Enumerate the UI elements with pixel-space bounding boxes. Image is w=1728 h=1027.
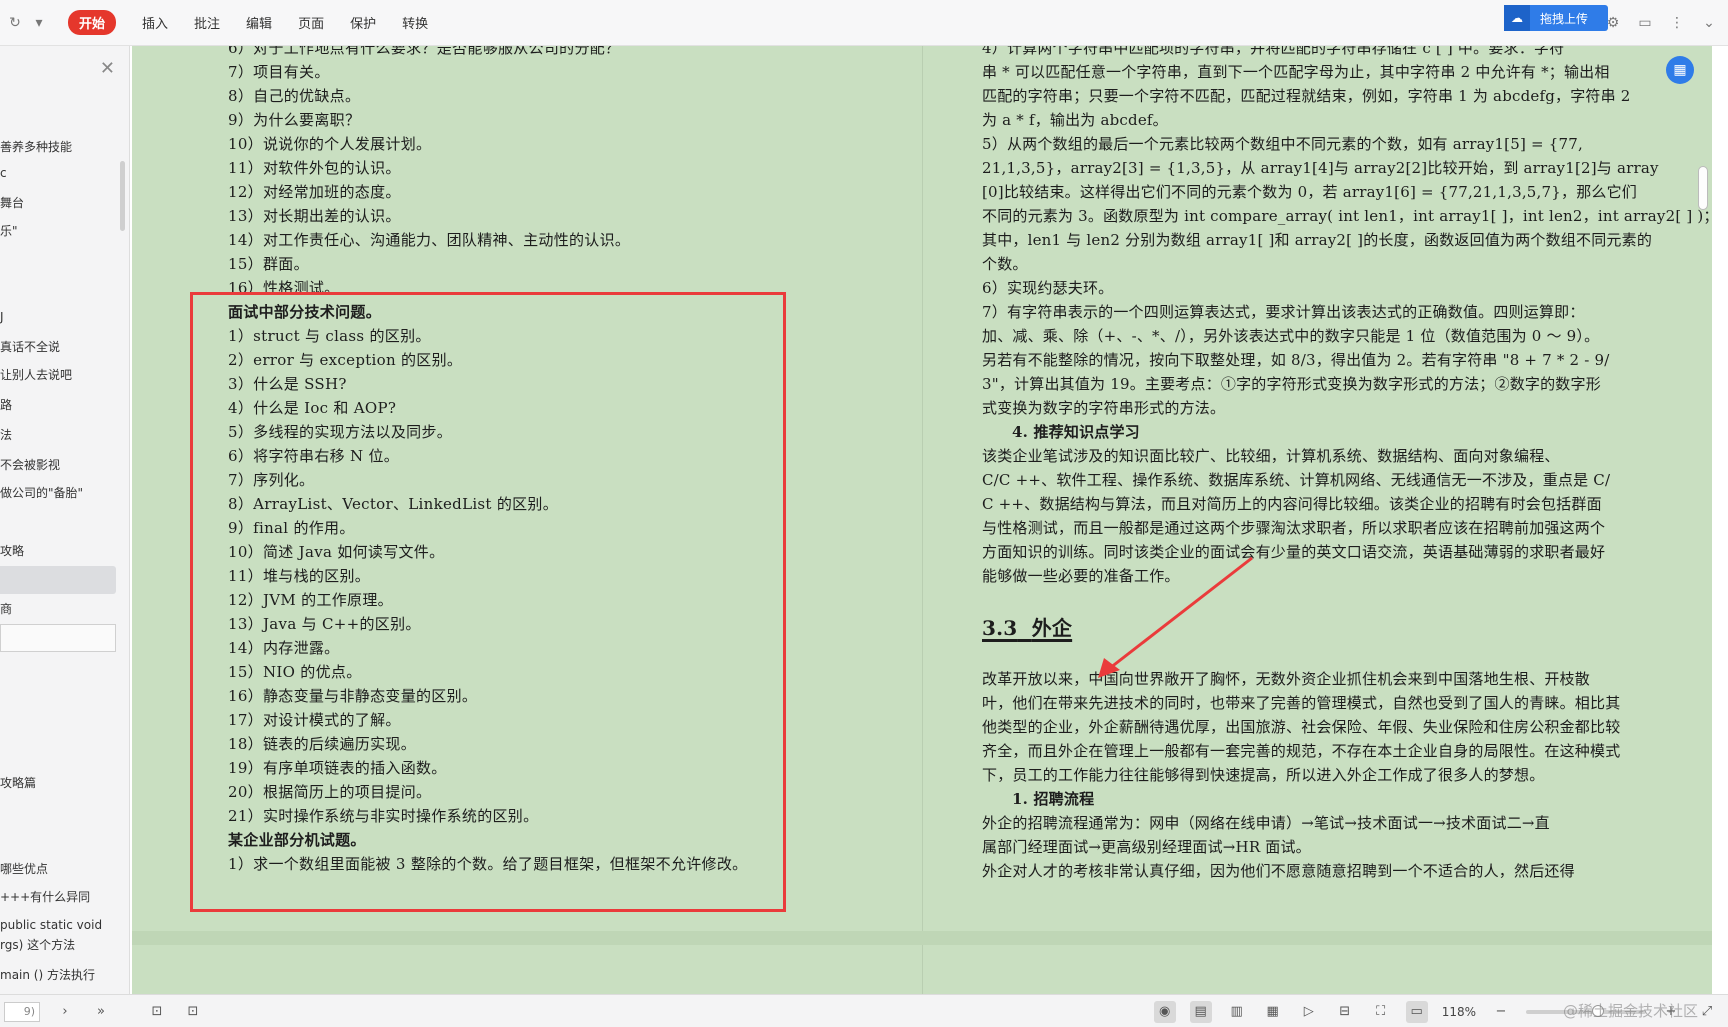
tab-protect[interactable]: 保护 (350, 13, 376, 32)
sidebar-item[interactable]: 乐" (0, 222, 18, 239)
page-number-input[interactable]: 9) (4, 1001, 40, 1022)
ribbon-tabs: 开始 插入 批注 编辑 页面 保护 转换 (68, 10, 428, 35)
tab-edit[interactable]: 编辑 (246, 13, 272, 32)
sidebar-item[interactable]: 法 (0, 426, 12, 443)
outline-sidebar: ✕ 善养多种技能 c 舞台 乐" J 真话不全说 让别人去说吧 路 法 不会被影… (0, 46, 130, 994)
watermark: @稀土掘金技术社区 (1562, 1002, 1698, 1020)
last-page-icon[interactable]: » (90, 1001, 112, 1023)
fit-width-icon[interactable]: ⊟ (1334, 1001, 1356, 1023)
collapse-icon[interactable]: ⌄ (1698, 12, 1720, 34)
sidebar-item[interactable]: 不会被影视 (0, 456, 60, 473)
double-page-icon[interactable]: ▦ (1262, 1001, 1284, 1023)
settings-icon[interactable]: ⚙ (1602, 12, 1624, 34)
side-action-icon[interactable]: ▦ (1666, 56, 1694, 84)
chevron-down-icon[interactable]: ▾ (28, 12, 50, 34)
status-bar: 9) › » ⊡ ⊡ ◉ ▤ ▥ ▦ ▷ ⊟ ⛶ ▭ 118% − + ⤢ (0, 994, 1728, 1027)
tab-insert[interactable]: 插入 (142, 13, 168, 32)
sidebar-item[interactable]: 善养多种技能 (0, 138, 72, 155)
sidebar-item[interactable]: 商 (0, 600, 12, 617)
close-icon[interactable]: ✕ (100, 58, 115, 79)
tab-comment[interactable]: 批注 (194, 13, 220, 32)
sidebar-item[interactable]: main () 方法执行 (0, 966, 95, 983)
sidebar-input-box[interactable] (0, 624, 116, 652)
sidebar-item[interactable]: public static void (0, 918, 102, 932)
more-icon[interactable]: ⋮ (1666, 12, 1688, 34)
arrow-shaft (1109, 556, 1253, 670)
zoom-out-icon[interactable]: − (1490, 1001, 1512, 1023)
fit-right-icon[interactable]: ⊡ (182, 1001, 204, 1023)
fit-page-icon[interactable]: ▭ (1405, 1000, 1428, 1023)
upload-button[interactable]: ☁ 拖拽上传 (1504, 5, 1608, 31)
sidebar-item[interactable]: 哪些优点 (0, 860, 48, 877)
toolbar-right: ⚙ ▭ ⋮ ⌄ (1602, 0, 1720, 46)
sidebar-selected-item[interactable] (0, 566, 116, 594)
tab-start[interactable]: 开始 (68, 10, 117, 35)
tab-convert[interactable]: 转换 (402, 13, 428, 32)
sidebar-item[interactable]: rgs) 这个方法 (0, 936, 75, 953)
sidebar-item[interactable]: 舞台 (0, 194, 24, 211)
single-page-icon[interactable]: ▤ (1189, 1000, 1212, 1023)
red-arrow-annotation (1098, 556, 1253, 678)
eye-protection-icon[interactable]: ◉ (1153, 1000, 1176, 1023)
cloud-upload-icon: ☁ (1504, 5, 1530, 31)
page-navigation: 9) › » ⊡ ⊡ (0, 995, 204, 1027)
fit-left-icon[interactable]: ⊡ (146, 1001, 168, 1023)
zoom-level[interactable]: 118% (1442, 1005, 1476, 1019)
continuous-page-icon[interactable]: ▥ (1226, 1001, 1248, 1023)
sidebar-item[interactable]: c (0, 166, 7, 180)
next-page-icon[interactable]: › (54, 1001, 76, 1023)
sidebar-item[interactable]: 攻略篇 (0, 774, 36, 791)
expand-icon[interactable]: ⤢ (1696, 1001, 1718, 1023)
sidebar-item[interactable]: 攻略 (0, 542, 24, 559)
sidebar-item[interactable]: 路 (0, 396, 12, 413)
redo-icon[interactable]: ↻ (4, 12, 26, 34)
ribbon-toolbar: ↻ ▾ 开始 插入 批注 编辑 页面 保护 转换 ☁ 拖拽上传 ⚙ ▭ ⋮ ⌄ (0, 0, 1728, 46)
sidebar-item[interactable]: J (0, 310, 4, 324)
fullscreen-icon[interactable]: ⛶ (1370, 1001, 1392, 1023)
sidebar-item[interactable]: 真话不全说 (0, 338, 60, 355)
sidebar-scrollbar[interactable] (120, 161, 125, 231)
document-scrollbar[interactable] (1698, 166, 1708, 210)
comment-icon[interactable]: ▭ (1634, 12, 1656, 34)
sidebar-item[interactable]: 让别人去说吧 (0, 366, 72, 383)
upload-label: 拖拽上传 (1540, 11, 1589, 26)
tab-page[interactable]: 页面 (298, 13, 324, 32)
quick-access: ↻ ▾ (0, 12, 50, 34)
play-icon[interactable]: ▷ (1298, 1001, 1320, 1023)
sidebar-item[interactable]: 做公司的"备胎" (0, 484, 83, 501)
sidebar-item[interactable]: +++有什么异同 (0, 888, 90, 905)
document-view: 6）对于工作地点有什么要求？是否能够服从公司的分配？ 7）项目有关。 8）自己的… (132, 46, 1712, 994)
